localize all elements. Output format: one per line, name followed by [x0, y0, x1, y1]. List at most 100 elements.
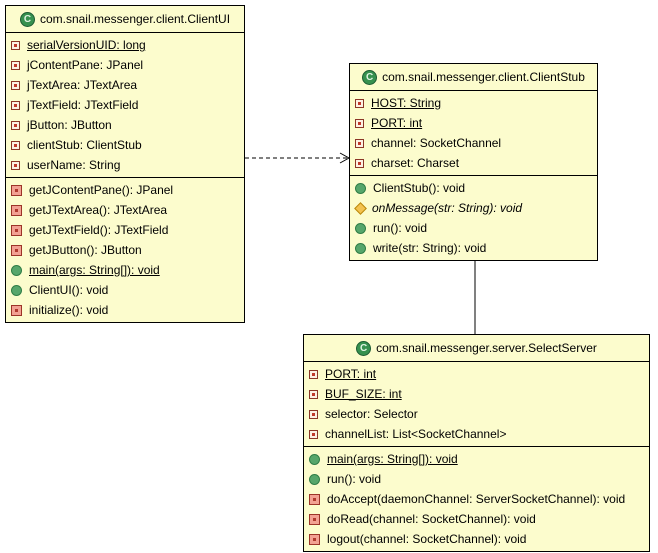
icon-dot: [358, 121, 361, 125]
private-field-icon: [11, 120, 20, 130]
member-row[interactable]: main(args: String[]): void: [304, 449, 649, 469]
member-label: PORT: int: [371, 116, 423, 130]
member-row[interactable]: ClientUI(): void: [6, 280, 244, 300]
icon-dot: [15, 188, 18, 192]
class-icon: C: [19, 11, 35, 27]
public-method-icon: [355, 242, 366, 254]
private-field-icon: [355, 138, 364, 148]
member-row[interactable]: getJTextField(): JTextField: [6, 220, 244, 240]
member-row[interactable]: run(): void: [304, 469, 649, 489]
member-row[interactable]: initialize(): void: [6, 300, 244, 320]
member-row[interactable]: jTextField: JTextField: [6, 95, 244, 115]
private-field-icon: [11, 100, 20, 110]
private-field-icon: [355, 158, 364, 168]
member-label: jButton: JButton: [27, 118, 112, 132]
member-row[interactable]: clientStub: ClientStub: [6, 135, 244, 155]
member-row[interactable]: onMessage(str: String): void: [350, 198, 597, 218]
member-row[interactable]: write(str: String): void: [350, 238, 597, 258]
fields-compartment: PORT: int BUF_SIZE: int selector: Selector…: [304, 361, 649, 446]
private-method-icon: [11, 244, 22, 256]
uml-class-diagram: C com.snail.messenger.client.ClientUI se…: [0, 0, 658, 553]
icon-dot: [14, 123, 17, 127]
methods-compartment: ClientStub(): void onMessage(str: String)…: [350, 175, 597, 260]
member-label: channelList: List<SocketChannel>: [325, 427, 507, 441]
member-row[interactable]: userName: String: [6, 155, 244, 175]
private-method-icon: [11, 304, 22, 316]
class-header[interactable]: C com.snail.messenger.client.ClientUI: [6, 6, 244, 32]
private-field-icon: [11, 80, 20, 90]
private-field-icon: [309, 409, 318, 419]
fields-compartment: serialVersionUID: long jContentPane: JPan…: [6, 32, 244, 177]
icon-dot: [14, 143, 17, 147]
member-row[interactable]: PORT: int: [304, 364, 649, 384]
protected-method-icon: [354, 201, 367, 215]
member-row[interactable]: doAccept(daemonChannel: ServerSocketChan…: [304, 489, 649, 509]
private-method-icon: [309, 493, 320, 505]
member-row[interactable]: getJButton(): JButton: [6, 240, 244, 260]
member-row[interactable]: run(): void: [350, 218, 597, 238]
member-row[interactable]: PORT: int: [350, 113, 597, 133]
private-field-icon: [355, 98, 364, 108]
member-row[interactable]: getJTextArea(): JTextArea: [6, 200, 244, 220]
open-arrowhead-icon: [339, 152, 351, 164]
icon-dot: [312, 432, 315, 436]
member-label: ClientStub(): void: [373, 181, 466, 195]
member-row[interactable]: HOST: String: [350, 93, 597, 113]
member-row[interactable]: ClientStub(): void: [350, 178, 597, 198]
icon-dot: [312, 412, 315, 416]
member-label: selector: Selector: [325, 407, 418, 421]
member-row[interactable]: main(args: String[]): void: [6, 260, 244, 280]
member-row[interactable]: jTextArea: JTextArea: [6, 75, 244, 95]
member-row[interactable]: logout(channel: SocketChannel): void: [304, 529, 649, 549]
member-row[interactable]: BUF_SIZE: int: [304, 384, 649, 404]
member-label: ClientUI(): void: [29, 283, 109, 297]
member-row[interactable]: selector: Selector: [304, 404, 649, 424]
class-title-text: com.snail.messenger.client.ClientUI: [39, 12, 231, 26]
class-box-clientui[interactable]: C com.snail.messenger.client.ClientUI se…: [5, 5, 245, 323]
member-row[interactable]: doRead(channel: SocketChannel): void: [304, 509, 649, 529]
member-label: write(str: String): void: [373, 241, 487, 255]
class-box-clientstub[interactable]: C com.snail.messenger.client.ClientStub …: [349, 63, 598, 261]
icon-dot: [358, 161, 361, 165]
member-label: doAccept(daemonChannel: ServerSocketChan…: [327, 492, 626, 506]
member-label: run(): void: [373, 221, 428, 235]
member-label: run(): void: [327, 472, 382, 486]
icon-dot: [313, 517, 316, 521]
member-label: HOST: String: [371, 96, 442, 110]
member-row[interactable]: channel: SocketChannel: [350, 133, 597, 153]
member-row[interactable]: getJContentPane(): JPanel: [6, 180, 244, 200]
methods-compartment: main(args: String[]): void run(): void doA…: [304, 446, 649, 551]
class-header[interactable]: C com.snail.messenger.client.ClientStub: [350, 64, 597, 90]
member-label: initialize(): void: [29, 303, 109, 317]
private-method-icon: [309, 533, 320, 545]
icon-dot: [358, 101, 361, 105]
member-label: jContentPane: JPanel: [27, 58, 144, 72]
member-row[interactable]: channelList: List<SocketChannel>: [304, 424, 649, 444]
member-row[interactable]: jButton: JButton: [6, 115, 244, 135]
member-label: doRead(channel: SocketChannel): void: [327, 512, 536, 526]
member-label: serialVersionUID: long: [27, 38, 146, 52]
icon-dot: [312, 372, 315, 376]
member-row[interactable]: charset: Charset: [350, 153, 597, 173]
member-label: onMessage(str: String): void: [372, 201, 523, 215]
class-header[interactable]: C com.snail.messenger.server.SelectServe…: [304, 335, 649, 361]
icon-dot: [14, 43, 17, 47]
icon-dot: [15, 248, 18, 252]
dependency-arrow-clientui-to-clientstub[interactable]: [245, 152, 351, 164]
private-method-icon: [309, 513, 320, 525]
public-method-icon: [355, 182, 366, 194]
methods-compartment: getJContentPane(): JPanel getJTextArea():…: [6, 177, 244, 322]
member-label: clientStub: ClientStub: [27, 138, 142, 152]
member-row[interactable]: jContentPane: JPanel: [6, 55, 244, 75]
private-field-icon: [11, 160, 20, 170]
public-method-icon: [309, 453, 320, 465]
class-icon: C: [356, 340, 372, 356]
private-field-icon: [309, 429, 318, 439]
member-row[interactable]: serialVersionUID: long: [6, 35, 244, 55]
icon-dot: [15, 228, 18, 232]
fields-compartment: HOST: String PORT: int channel: SocketChan…: [350, 90, 597, 175]
class-icon: C: [362, 69, 378, 85]
public-method-icon: [11, 284, 22, 296]
class-box-selectserver[interactable]: C com.snail.messenger.server.SelectServe…: [303, 334, 650, 552]
member-label: channel: SocketChannel: [371, 136, 502, 150]
